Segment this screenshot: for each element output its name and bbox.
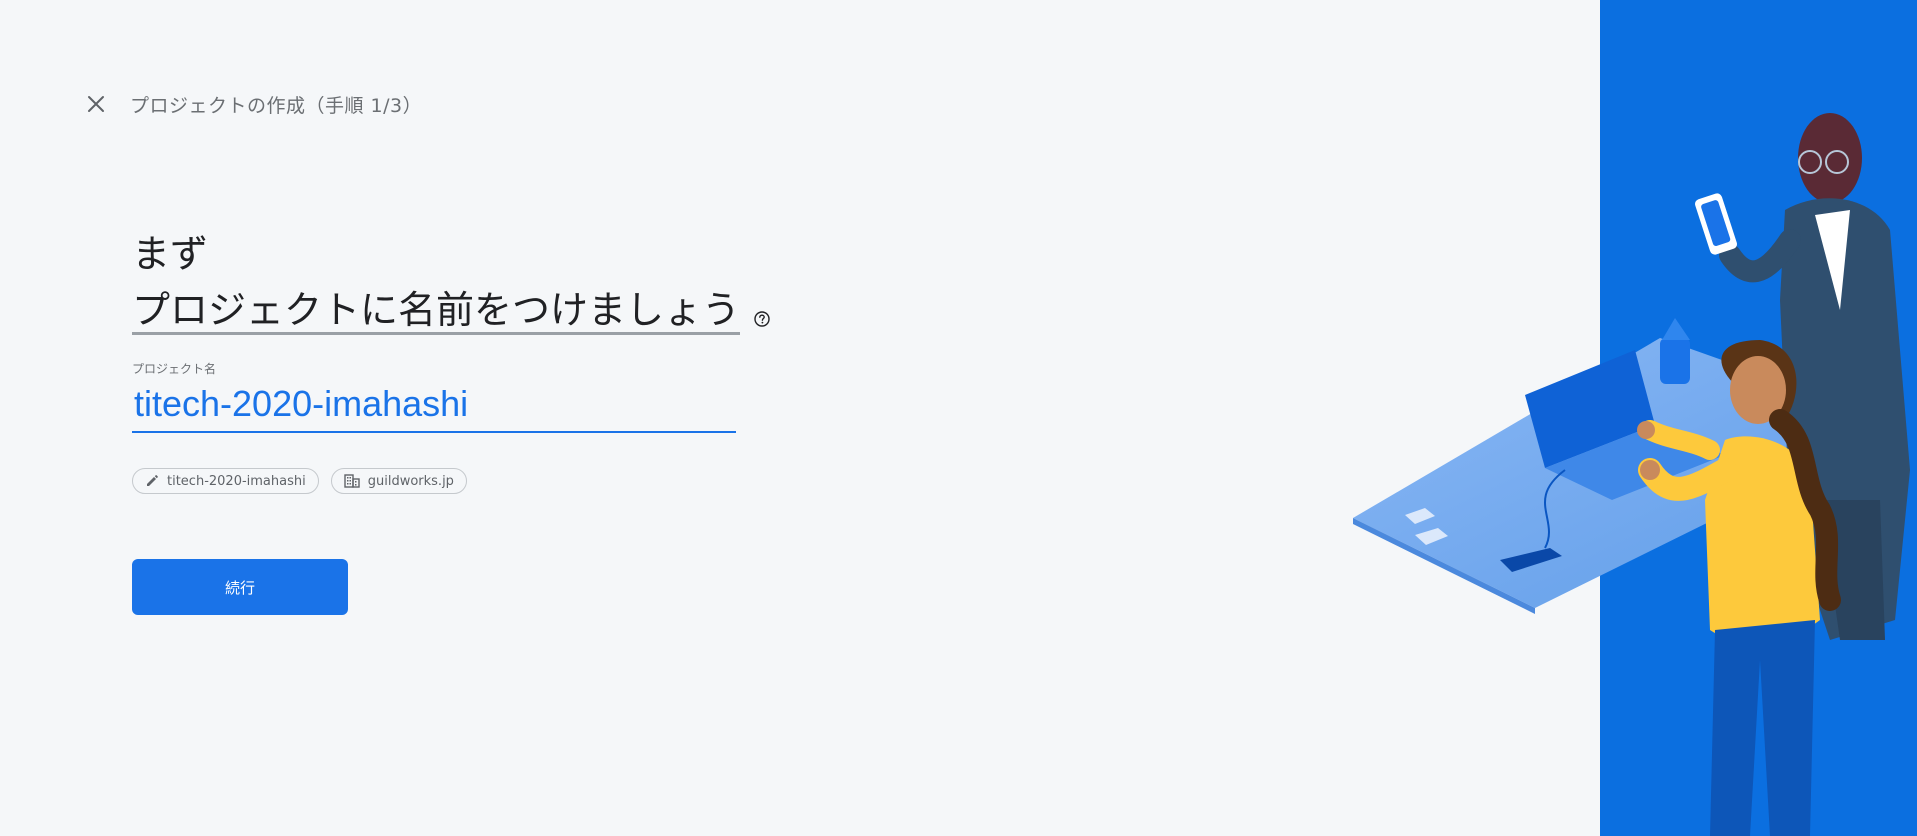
project-name-field: プロジェクト名 [132, 360, 736, 433]
organization-chip-label: guildworks.jp [367, 473, 454, 489]
close-icon [88, 96, 104, 112]
heading-line2-text: プロジェクトに名前をつけましょう [132, 288, 741, 335]
page-heading: まず プロジェクトに名前をつけましょう [132, 226, 770, 342]
project-name-label: プロジェクト名 [132, 362, 217, 376]
continue-button[interactable]: 続行 [132, 559, 348, 615]
pencil-icon [145, 474, 159, 488]
topbar: プロジェクトの作成（手順 1/3） [80, 88, 422, 120]
step-title: プロジェクトの作成（手順 1/3） [130, 94, 423, 117]
building-icon [344, 474, 360, 488]
chip-row: titech-2020-imahashi guildworks.jp [132, 468, 467, 494]
help-icon[interactable] [754, 286, 770, 342]
heading-line2: プロジェクトに名前をつけましょう [132, 282, 770, 342]
project-name-input[interactable] [132, 377, 736, 433]
create-project-page: プロジェクトの作成（手順 1/3） まず プロジェクトに名前をつけましょう プロ… [0, 0, 1917, 836]
project-id-chip-label: titech-2020-imahashi [167, 473, 306, 489]
heading-line1: まず [132, 232, 209, 276]
close-button[interactable] [80, 88, 112, 120]
project-id-chip[interactable]: titech-2020-imahashi [132, 468, 319, 494]
organization-chip[interactable]: guildworks.jp [330, 468, 467, 494]
people-at-desk-illustration [1353, 0, 1917, 836]
